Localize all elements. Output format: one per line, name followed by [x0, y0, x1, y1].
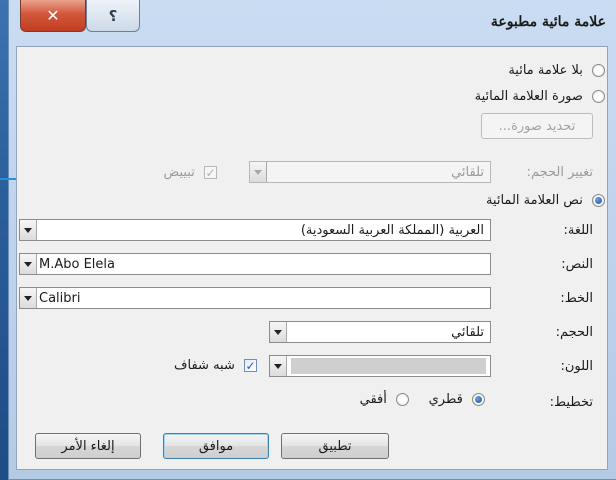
- cancel-button[interactable]: إلغاء الأمر: [35, 433, 141, 459]
- scale-dropdown-button[interactable]: [250, 162, 267, 182]
- text-combobox[interactable]: M.Abo Elela: [19, 253, 491, 275]
- font-value: Calibri: [39, 290, 81, 306]
- washout-option[interactable]: ✓ تبييض: [164, 165, 217, 180]
- chevron-down-icon: [274, 329, 282, 335]
- size-label: الحجم:: [555, 325, 593, 340]
- option-picture-watermark[interactable]: صورة العلامة المائية: [475, 89, 605, 104]
- text-watermark-radio[interactable]: [592, 194, 605, 207]
- select-picture-button[interactable]: تحديد صورة...: [481, 113, 593, 139]
- semitransparent-checkbox[interactable]: ✓: [244, 359, 257, 372]
- diagonal-label: قطري: [428, 392, 463, 407]
- layout-horizontal-option[interactable]: أفقي: [360, 392, 409, 407]
- language-combobox[interactable]: العربية (المملكة العربية السعودية): [19, 219, 491, 241]
- close-button[interactable]: ✕: [20, 0, 86, 32]
- text-watermark-label: نص العلامة المائية: [485, 193, 583, 208]
- layout-diagonal-option[interactable]: قطري: [429, 392, 485, 407]
- apply-button[interactable]: تطبيق: [281, 433, 389, 459]
- size-dropdown-button[interactable]: [270, 322, 287, 342]
- ok-button[interactable]: موافق: [163, 433, 269, 459]
- scale-combobox[interactable]: تلقائي: [249, 161, 491, 183]
- horizontal-label: أفقي: [359, 392, 387, 407]
- diagonal-radio[interactable]: [472, 393, 485, 406]
- chevron-down-icon: [24, 227, 32, 233]
- dialog-title: علامة مائية مطبوعة: [490, 14, 606, 30]
- text-label: النص:: [561, 257, 593, 272]
- scale-value: تلقائي: [451, 164, 484, 180]
- ok-label: موافق: [198, 438, 234, 454]
- washout-label: تبييض: [163, 165, 195, 180]
- select-picture-label: تحديد صورة...: [498, 118, 576, 134]
- color-swatch: [291, 358, 486, 374]
- help-button[interactable]: ؟: [86, 0, 140, 32]
- layout-label: تخطيط:: [549, 395, 593, 410]
- font-combobox[interactable]: Calibri: [19, 287, 491, 309]
- semitransparent-label: شبه شفاف: [174, 358, 235, 373]
- chevron-down-icon: [24, 261, 32, 267]
- language-label: اللغة:: [563, 223, 594, 238]
- font-dropdown-button[interactable]: [20, 288, 37, 308]
- semitransparent-option[interactable]: ✓ شبه شفاف: [174, 358, 257, 373]
- font-label: الخط:: [560, 291, 593, 306]
- picture-watermark-label: صورة العلامة المائية: [474, 89, 583, 104]
- horizontal-radio[interactable]: [396, 393, 409, 406]
- chevron-down-icon: [24, 295, 32, 301]
- option-no-watermark[interactable]: بلا علامة مائية: [508, 63, 605, 78]
- text-value[interactable]: M.Abo Elela: [37, 257, 490, 272]
- apply-label: تطبيق: [318, 438, 352, 454]
- cancel-label: إلغاء الأمر: [61, 438, 115, 454]
- scale-label: تغيير الحجم:: [526, 165, 593, 180]
- no-watermark-label: بلا علامة مائية: [508, 63, 583, 78]
- language-dropdown-button[interactable]: [20, 220, 37, 240]
- text-dropdown-button[interactable]: [20, 254, 37, 274]
- chevron-down-icon: [254, 169, 262, 175]
- dialog-body: بلا علامة مائية صورة العلامة المائية تحد…: [16, 46, 608, 470]
- size-combobox[interactable]: تلقائي: [269, 321, 491, 343]
- color-dropdown-button[interactable]: [270, 356, 287, 376]
- title-bar: ✕ ؟ علامة مائية مطبوعة: [8, 0, 616, 46]
- color-label: اللون:: [560, 359, 593, 374]
- language-value: العربية (المملكة العربية السعودية): [300, 222, 484, 238]
- close-icon: ✕: [46, 6, 60, 25]
- help-icon: ؟: [108, 6, 118, 25]
- size-value: تلقائي: [451, 324, 484, 340]
- no-watermark-radio[interactable]: [592, 64, 605, 77]
- option-text-watermark[interactable]: نص العلامة المائية: [486, 193, 605, 208]
- chevron-down-icon: [274, 363, 282, 369]
- picture-watermark-radio[interactable]: [592, 90, 605, 103]
- washout-checkbox[interactable]: ✓: [204, 166, 217, 179]
- color-combobox[interactable]: [269, 355, 491, 377]
